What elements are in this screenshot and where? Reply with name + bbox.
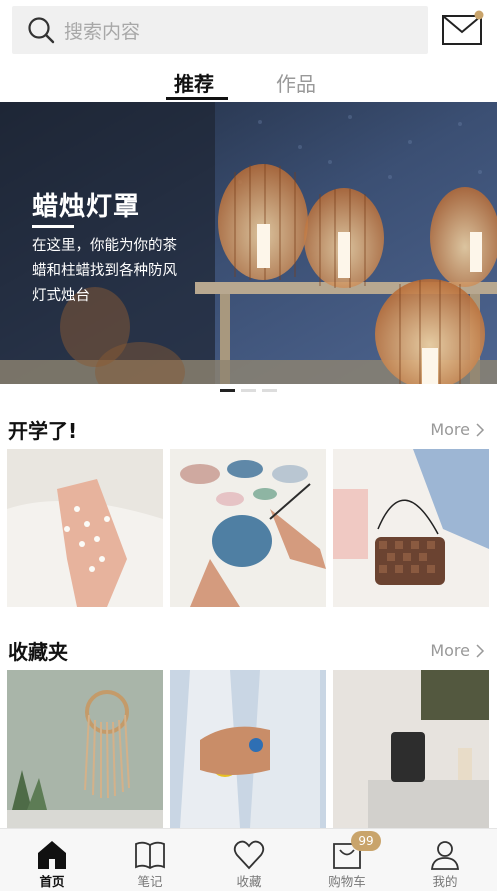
collection-image-fashion xyxy=(170,670,326,828)
carousel-dot[interactable] xyxy=(262,389,277,392)
nav-label-favorites: 收藏 xyxy=(236,874,262,889)
tab-bar: 推荐 作品 xyxy=(0,66,497,102)
book-icon xyxy=(135,841,165,870)
tab-recommend[interactable]: 推荐 xyxy=(174,68,214,97)
carousel-indicator xyxy=(220,389,280,395)
banner-title: 蜡烛灯罩 xyxy=(32,192,141,222)
banner-carousel[interactable]: 蜡烛灯罩 在这里，你能为你的茶蜡和柱蜡找到各种防风灯式烛台 xyxy=(0,102,497,384)
cart-badge: 99 xyxy=(351,831,381,851)
nav-label-profile: 我的 xyxy=(432,874,458,889)
chevron-right-icon xyxy=(476,422,485,437)
nav-item-profile[interactable]: 我的 xyxy=(405,829,485,891)
nav-item-favorites[interactable]: 收藏 xyxy=(209,829,289,891)
more-label: More xyxy=(430,641,470,660)
product-image-pearl-glove xyxy=(7,449,163,607)
collection-image-speaker xyxy=(333,670,489,828)
collection-card[interactable] xyxy=(170,670,326,828)
section-more-link[interactable]: More xyxy=(430,420,485,439)
product-card[interactable] xyxy=(170,449,326,607)
bottom-nav: 首页 笔记 收藏 99 购物车 我的 xyxy=(0,828,497,891)
more-label: More xyxy=(430,420,470,439)
nav-label-cart: 购物车 xyxy=(328,874,366,889)
mail-icon[interactable] xyxy=(441,10,485,48)
section-title-back-to-school: 开学了! xyxy=(8,419,78,443)
nav-label-home: 首页 xyxy=(39,874,65,889)
profile-icon xyxy=(431,841,459,870)
section-more-link[interactable]: More xyxy=(430,641,485,660)
nav-item-notes[interactable]: 笔记 xyxy=(110,829,190,891)
nav-item-cart[interactable]: 99 购物车 xyxy=(307,829,387,891)
product-card[interactable] xyxy=(7,449,163,607)
section-title-favorites: 收藏夹 xyxy=(8,640,68,664)
product-card[interactable] xyxy=(333,449,489,607)
nav-item-home[interactable]: 首页 xyxy=(12,829,92,891)
tab-active-indicator xyxy=(166,97,228,100)
chevron-right-icon xyxy=(476,643,485,658)
collection-card[interactable] xyxy=(333,670,489,828)
search-row: 搜索内容 xyxy=(0,0,497,64)
home-icon xyxy=(38,841,66,869)
search-input[interactable]: 搜索内容 xyxy=(12,6,428,54)
carousel-dot-active[interactable] xyxy=(220,389,235,392)
search-icon xyxy=(28,17,55,44)
collection-image-macrame xyxy=(7,670,163,828)
product-image-handbag xyxy=(333,449,489,607)
banner-divider xyxy=(32,225,74,228)
collection-card[interactable] xyxy=(7,670,163,828)
carousel-dot[interactable] xyxy=(241,389,256,392)
tab-works[interactable]: 作品 xyxy=(276,68,316,97)
banner-description: 在这里，你能为你的茶蜡和柱蜡找到各种防风灯式烛台 xyxy=(32,238,177,304)
heart-icon xyxy=(233,840,265,870)
search-placeholder: 搜索内容 xyxy=(64,20,141,43)
nav-label-notes: 笔记 xyxy=(137,874,163,889)
product-image-ceramic-painting xyxy=(170,449,326,607)
